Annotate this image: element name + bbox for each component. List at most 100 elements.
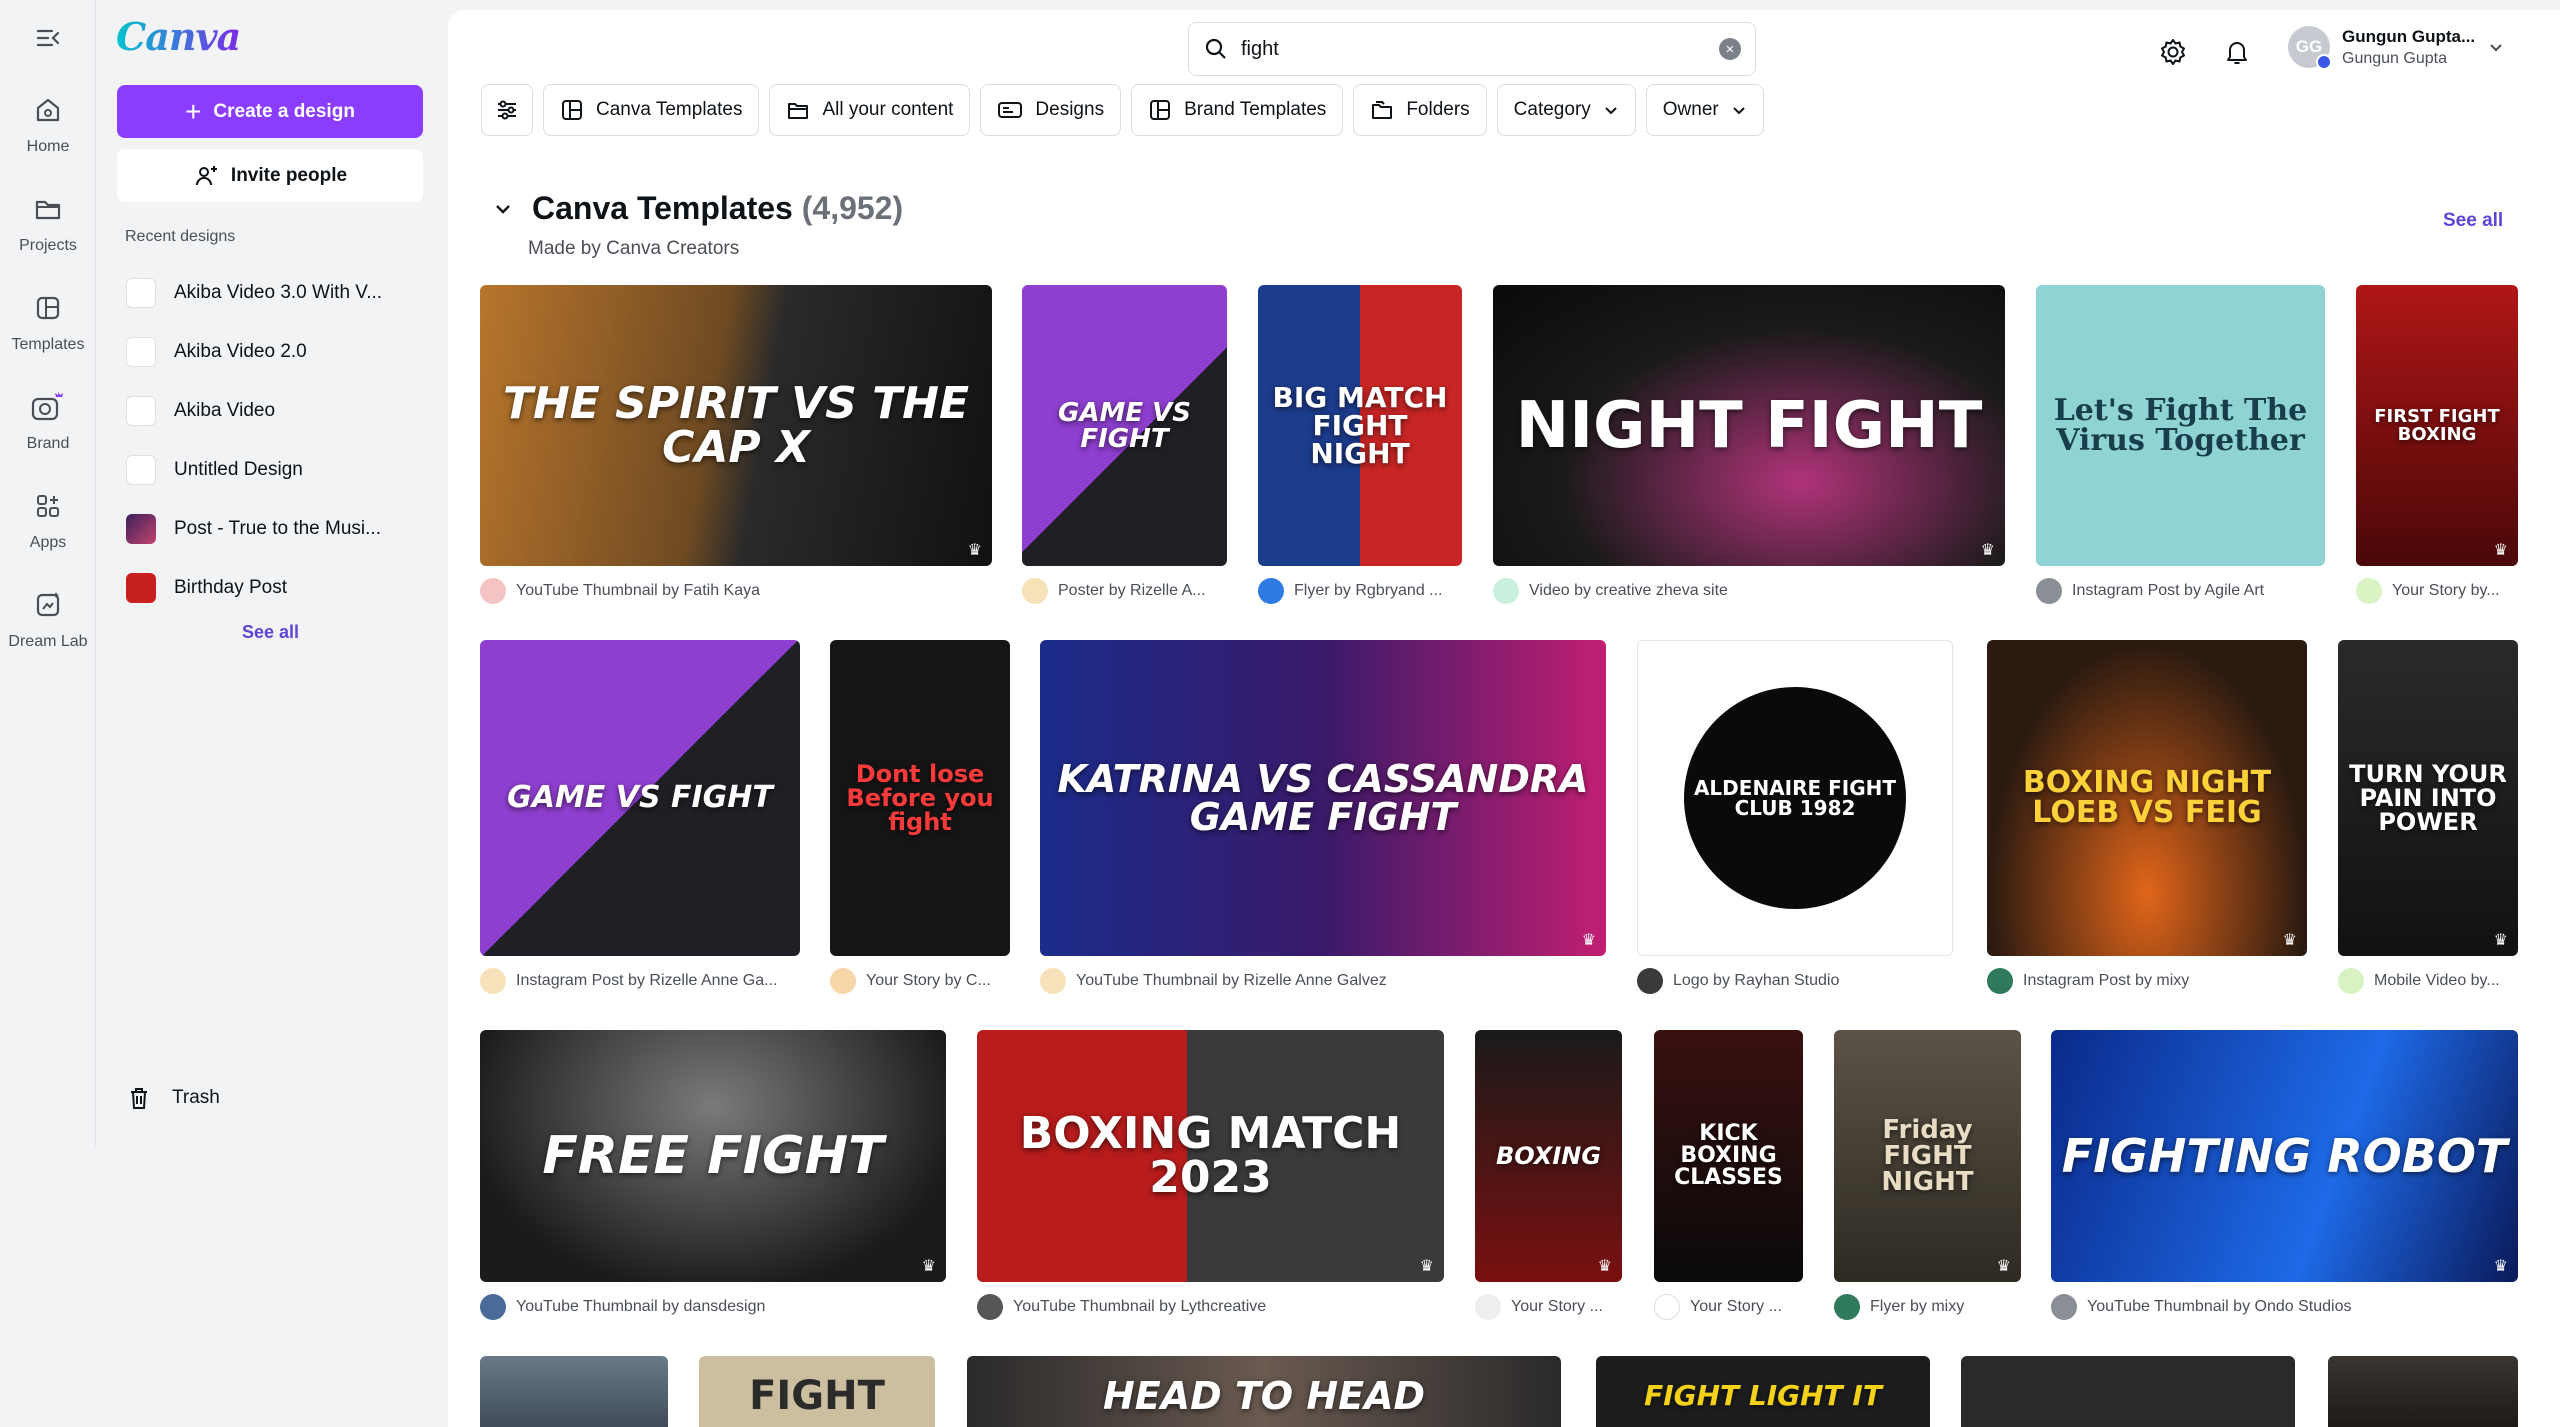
- template-caption-text: Your Story ...: [1511, 1298, 1603, 1315]
- creator-avatar: [1040, 968, 1066, 994]
- filter-all-your-content[interactable]: All your content: [769, 84, 971, 136]
- recent-design-title: Akiba Video: [174, 400, 276, 421]
- template-card[interactable]: FIGHTING ROBOT ♛: [2051, 1030, 2518, 1282]
- recent-design-item[interactable]: Akiba Video 3.0 With V...: [126, 273, 426, 313]
- template-card[interactable]: Let's Fight The Virus Together: [2036, 285, 2325, 566]
- rail-item-dream-lab[interactable]: Dream Lab: [0, 581, 96, 651]
- template-caption[interactable]: Your Story ...: [1475, 1294, 1622, 1320]
- template-art-text: FREE FIGHT: [542, 1126, 884, 1186]
- template-caption[interactable]: Video by creative zheva site: [1493, 578, 2005, 604]
- section-header[interactable]: Canva Templates (4,952): [492, 190, 903, 227]
- creator-avatar: [1493, 578, 1519, 604]
- filter-brand-templates[interactable]: Brand Templates: [1131, 84, 1344, 136]
- trash-icon: [131, 1088, 147, 1109]
- template-caption[interactable]: YouTube Thumbnail by Ondo Studios: [2051, 1294, 2518, 1320]
- template-card[interactable]: FIGHT LIGHT IT: [1596, 1356, 1930, 1427]
- template-caption[interactable]: YouTube Thumbnail by dansdesign: [480, 1294, 946, 1320]
- recent-design-thumbnail: [126, 337, 156, 367]
- collapse-sidebar-icon[interactable]: [32, 22, 64, 54]
- recent-design-item[interactable]: Birthday Post: [126, 568, 426, 608]
- settings-icon[interactable]: [2153, 32, 2193, 72]
- template-art-text: THE SPIRIT VS THE CAP X: [502, 377, 970, 473]
- rail-item-brand[interactable]: Brand: [0, 383, 96, 453]
- template-card[interactable]: BIG MATCH FIGHT NIGHT: [1258, 285, 1462, 566]
- rail-item-apps[interactable]: Apps: [0, 482, 96, 552]
- filter-settings-button[interactable]: [481, 84, 533, 136]
- template-card[interactable]: ALDENAIRE FIGHT CLUB 1982: [1637, 640, 1953, 956]
- main-content: fight × GG Gungun Gupta... Gungun Gupta …: [448, 10, 2560, 1427]
- template-card[interactable]: [1961, 1356, 2295, 1427]
- creator-avatar: [2338, 968, 2364, 994]
- filter-category-dropdown[interactable]: Category: [1496, 84, 1636, 136]
- invite-people-button[interactable]: Invite people: [117, 149, 423, 202]
- template-caption[interactable]: Flyer by mixy: [1834, 1294, 2021, 1320]
- template-caption[interactable]: Logo by Rayhan Studio: [1637, 968, 1953, 994]
- template-card[interactable]: FIRST FIGHT BOXING ♛: [2356, 285, 2518, 566]
- template-card[interactable]: Friday FIGHT NIGHT ♛: [1834, 1030, 2021, 1282]
- recent-design-item[interactable]: Untitled Design: [126, 450, 426, 490]
- filter-designs[interactable]: Designs: [980, 84, 1122, 136]
- template-card[interactable]: GAME VS FIGHT: [1022, 285, 1227, 566]
- rail-label-home: Home: [26, 138, 70, 155]
- template-caption[interactable]: Instagram Post by Agile Art: [2036, 578, 2325, 604]
- template-card[interactable]: THE SPIRIT VS THE CAP X ♛: [480, 285, 992, 566]
- create-design-button[interactable]: + Create a design: [117, 85, 423, 138]
- filter-label: Owner: [1662, 99, 1719, 120]
- filter-canva-templates[interactable]: Canva Templates: [543, 84, 760, 136]
- search-bar[interactable]: fight ×: [1188, 22, 1756, 76]
- rail-item-home[interactable]: Home: [0, 86, 96, 156]
- template-card[interactable]: KICK BOXING CLASSES: [1654, 1030, 1803, 1282]
- crown-icon: ♛: [921, 1256, 936, 1275]
- template-card[interactable]: BOXING MATCH 2023 ♛: [977, 1030, 1444, 1282]
- template-card[interactable]: [480, 1356, 668, 1427]
- creator-avatar: [1637, 968, 1663, 994]
- account-names: Gungun Gupta... Gungun Gupta: [2342, 27, 2475, 68]
- template-caption[interactable]: YouTube Thumbnail by Lythcreative: [977, 1294, 1444, 1320]
- template-caption[interactable]: YouTube Thumbnail by Rizelle Anne Galvez: [1040, 968, 1606, 994]
- crown-icon: ♛: [2493, 1256, 2508, 1275]
- template-card[interactable]: NIGHT FIGHT ♛: [1493, 285, 2005, 566]
- creator-avatar: [480, 578, 506, 604]
- see-all-templates-link[interactable]: See all: [2443, 210, 2503, 232]
- filter-folders[interactable]: Folders: [1353, 84, 1487, 136]
- template-caption[interactable]: YouTube Thumbnail by Fatih Kaya: [480, 578, 992, 604]
- template-card[interactable]: FIGHT: [699, 1356, 935, 1427]
- template-card[interactable]: HEAD TO HEAD: [967, 1356, 1561, 1427]
- trash-button[interactable]: Trash: [126, 1085, 220, 1111]
- template-caption[interactable]: Your Story by C...: [830, 968, 1010, 994]
- template-card[interactable]: FREE FIGHT ♛: [480, 1030, 946, 1282]
- account-menu[interactable]: GG Gungun Gupta... Gungun Gupta: [2288, 26, 2505, 70]
- template-caption[interactable]: Poster by Rizelle A...: [1022, 578, 1227, 604]
- template-caption[interactable]: Instagram Post by mixy: [1987, 968, 2307, 994]
- see-all-recent-link[interactable]: See all: [242, 622, 299, 643]
- template-caption[interactable]: Instagram Post by Rizelle Anne Ga...: [480, 968, 800, 994]
- template-caption[interactable]: Your Story ...: [1654, 1294, 1803, 1320]
- template-card[interactable]: KATRINA VS CASSANDRA GAME FIGHT ♛: [1040, 640, 1606, 956]
- recent-design-item[interactable]: Post - True to the Musi...: [126, 509, 426, 549]
- notifications-bell-icon[interactable]: [2217, 32, 2257, 72]
- template-caption-text: YouTube Thumbnail by dansdesign: [516, 1298, 766, 1315]
- search-input[interactable]: fight: [1241, 38, 1279, 61]
- recent-design-title: Akiba Video 2.0: [174, 341, 307, 362]
- crown-icon: ♛: [967, 540, 982, 559]
- recent-design-item[interactable]: Akiba Video: [126, 391, 426, 431]
- clear-search-icon[interactable]: ×: [1719, 38, 1741, 60]
- template-caption[interactable]: Your Story by...: [2356, 578, 2518, 604]
- creator-avatar: [2051, 1294, 2077, 1320]
- template-caption[interactable]: Mobile Video by...: [2338, 968, 2518, 994]
- crown-icon: ♛: [2493, 930, 2508, 949]
- template-card[interactable]: BOXING ♛: [1475, 1030, 1622, 1282]
- template-card[interactable]: [2328, 1356, 2518, 1427]
- rail-item-projects[interactable]: Projects: [0, 185, 96, 255]
- template-caption[interactable]: Flyer by Rgbryand ...: [1258, 578, 1462, 604]
- template-card[interactable]: Dont lose Before you fight: [830, 640, 1010, 956]
- template-card[interactable]: BOXING NIGHT LOEB VS FEIG ♛: [1987, 640, 2307, 956]
- canva-logo[interactable]: Canva: [116, 14, 241, 59]
- filter-owner-dropdown[interactable]: Owner: [1645, 84, 1764, 136]
- recent-design-item[interactable]: Akiba Video 2.0: [126, 332, 426, 372]
- template-card[interactable]: GAME VS FIGHT: [480, 640, 800, 956]
- template-art-text: [2415, 1388, 2431, 1404]
- section-subtitle: Made by Canva Creators: [528, 238, 740, 259]
- rail-item-templates[interactable]: Templates: [0, 284, 96, 354]
- template-card[interactable]: TURN YOUR PAIN INTO POWER ♛: [2338, 640, 2518, 956]
